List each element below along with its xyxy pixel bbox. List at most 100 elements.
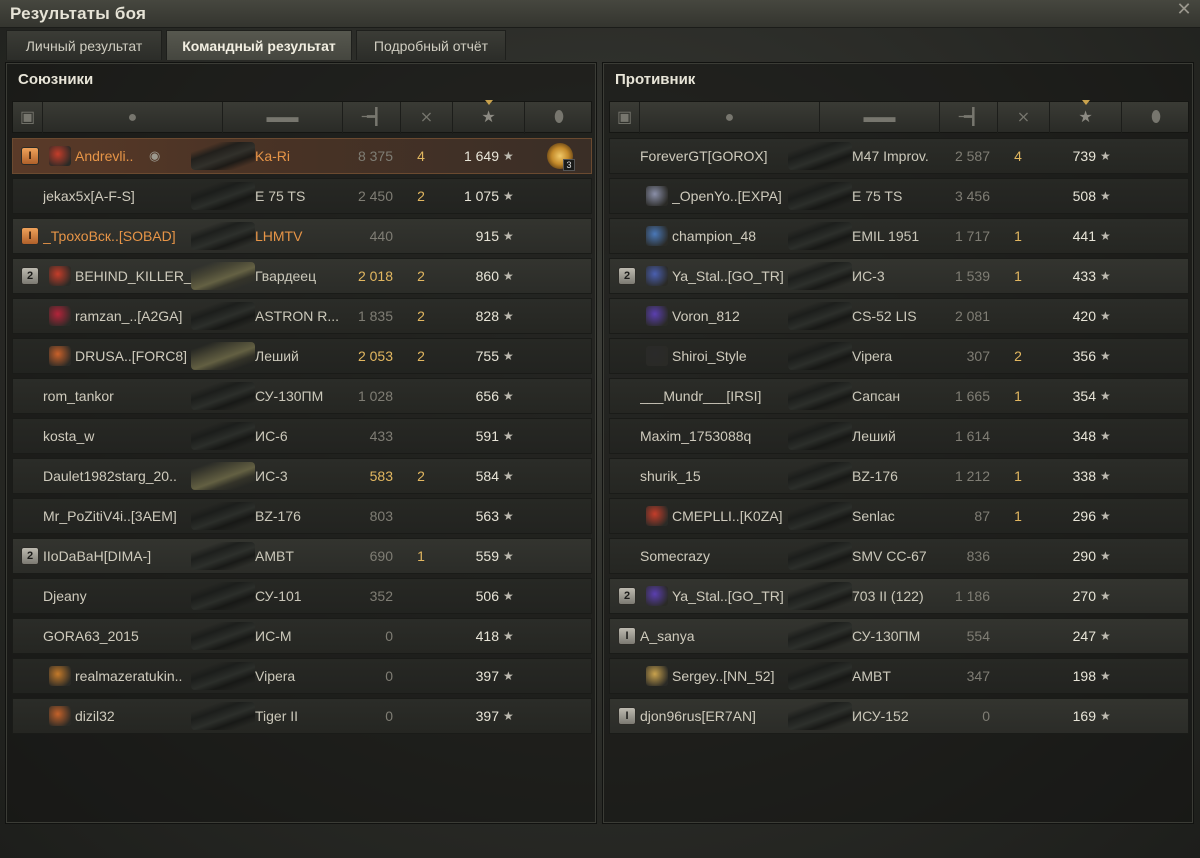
medals-column[interactable]: ⬮ xyxy=(525,102,593,134)
kills-column[interactable]: ⨯ xyxy=(998,102,1050,134)
damage-value: 1 717 xyxy=(954,228,990,244)
xp-star-icon: ★ xyxy=(503,389,514,403)
vehicle-name: AMBT xyxy=(255,548,294,564)
clan-emblem-icon xyxy=(49,666,71,686)
vehicle-name: Леший xyxy=(852,428,896,444)
player-row[interactable]: 2 BEHIND_KILLER_ Гвардеец 2 018 2 860 ★ xyxy=(12,258,592,294)
vehicle-name: СУ-130ПМ xyxy=(852,628,921,644)
player-row[interactable]: ___Mundr___[IRSI] Сапсан 1 665 1 354 ★ xyxy=(609,378,1189,414)
player-row[interactable]: Daulet1982starg_20.. ИС-3 583 2 584 ★ xyxy=(12,458,592,494)
player-row[interactable]: DRUSA..[FORC8] Леший 2 053 2 755 ★ xyxy=(12,338,592,374)
tank-icon xyxy=(788,182,852,210)
vehicle-column[interactable]: ▬▬ xyxy=(820,102,940,134)
damage-value: 0 xyxy=(385,628,393,644)
player-row[interactable]: Shiroi_Style Vipera 307 2 356 ★ xyxy=(609,338,1189,374)
damage-value: 307 xyxy=(966,348,990,364)
damage-value: 2 587 xyxy=(954,148,990,164)
xp-column[interactable]: ★ xyxy=(453,100,525,134)
medal-icon: ⬮ xyxy=(553,109,565,126)
close-icon[interactable]: ✕ xyxy=(1174,0,1194,20)
player-row[interactable]: _OpenYo..[EXPA] E 75 TS 3 456 508 ★ xyxy=(609,178,1189,214)
xp-star-icon: ★ xyxy=(503,549,514,563)
platoon-badge: 2 xyxy=(21,267,39,285)
player-row[interactable]: champion_48 EMIL 1951 1 717 1 441 ★ xyxy=(609,218,1189,254)
damage-value: 1 614 xyxy=(954,428,990,444)
tank-icon xyxy=(191,302,255,330)
xp-value: 338 xyxy=(1072,468,1096,484)
xp-value: 397 xyxy=(475,708,499,724)
kills-value: 2 xyxy=(417,468,425,484)
tank-icon xyxy=(191,662,255,690)
xp-value: 656 xyxy=(475,388,499,404)
player-row[interactable]: ForeverGT[GOROX] M47 Improv. 2 587 4 739 ★ xyxy=(609,138,1189,174)
xp-value: 1 075 xyxy=(463,188,499,204)
player-row[interactable]: Somecrazy SMV CC-67 836 290 ★ xyxy=(609,538,1189,574)
platoon-column[interactable]: ▣ xyxy=(610,102,640,134)
xp-star-icon: ★ xyxy=(1100,389,1111,403)
damage-value: 1 665 xyxy=(954,388,990,404)
xp-value: 420 xyxy=(1072,308,1096,324)
player-row[interactable]: jekax5x[A-F-S] E 75 TS 2 450 2 1 075 ★ xyxy=(12,178,592,214)
kills-column[interactable]: ⨯ xyxy=(401,102,453,134)
xp-star-icon: ★ xyxy=(503,709,514,723)
player-column[interactable]: ● xyxy=(43,102,223,134)
damage-value: 433 xyxy=(369,428,393,444)
player-row[interactable]: dizil32 Tiger II 0 397 ★ xyxy=(12,698,592,734)
platoon-badge: I xyxy=(618,707,636,725)
xp-value: 915 xyxy=(475,228,499,244)
xp-value: 356 xyxy=(1072,348,1096,364)
xp-star-icon: ★ xyxy=(503,589,514,603)
player-row[interactable]: I Andrevli.. ◉ Ka-Ri 8 375 4 1 649 ★ 3 xyxy=(12,138,592,174)
player-row[interactable]: 2 Ya_Stal..[GO_TR] ИС-3 1 539 1 433 ★ xyxy=(609,258,1189,294)
tank-icon xyxy=(788,382,852,410)
tank-icon xyxy=(191,622,255,650)
damage-value: 583 xyxy=(369,468,393,484)
platoon-column[interactable]: ▣ xyxy=(13,102,43,134)
player-row[interactable]: Idjon96rus[ER7AN] ИСУ-152 0 169 ★ xyxy=(609,698,1189,734)
player-row[interactable]: Mr_PoZitiV4i..[3AEM] BZ-176 803 563 ★ xyxy=(12,498,592,534)
platoon-badge: I xyxy=(21,227,39,245)
player-row[interactable]: Sergey..[NN_52] AMBT 347 198 ★ xyxy=(609,658,1189,694)
tab-personal-result[interactable]: Личный результат xyxy=(6,30,162,60)
medals-column[interactable]: ⬮ xyxy=(1122,102,1190,134)
spotted-eye-icon: ◉ xyxy=(149,148,161,163)
player-column[interactable]: ● xyxy=(640,102,820,134)
player-row[interactable]: Voron_812 CS-52 LIS 2 081 420 ★ xyxy=(609,298,1189,334)
player-row[interactable]: rom_tankor СУ-130ПМ 1 028 656 ★ xyxy=(12,378,592,414)
xp-star-icon: ★ xyxy=(503,149,514,163)
damage-value: 0 xyxy=(982,708,990,724)
xp-value: 433 xyxy=(1072,268,1096,284)
vehicle-name: ИСУ-152 xyxy=(852,708,909,724)
xp-star-icon: ★ xyxy=(1100,589,1111,603)
player-row[interactable]: 2 Ya_Stal..[GO_TR] 703 II (122) 1 186 270 ★ xyxy=(609,578,1189,614)
kills-value xyxy=(1006,539,1030,573)
player-row[interactable]: I A_sanya СУ-130ПМ 554 247 ★ xyxy=(609,618,1189,654)
enemies-panel: Противник ▣ ● ▬▬ ╼┫ ⨯ ★ ⬮ ForeverGT[GORO… xyxy=(602,62,1194,824)
xp-star-icon: ★ xyxy=(1100,309,1111,323)
xp-column[interactable]: ★ xyxy=(1050,100,1122,134)
tank-icon xyxy=(788,462,852,490)
clan-emblem-icon xyxy=(646,186,668,206)
player-row[interactable]: CMEPLLI..[K0ZA] Senlac 87 1 296 ★ xyxy=(609,498,1189,534)
vehicle-name: E 75 TS xyxy=(255,188,306,204)
player-row[interactable]: 2 IIoDaBaH[DIMA-] AMBT 690 1 559 ★ xyxy=(12,538,592,574)
player-row[interactable]: I _ТрохоВск..[SOBAD] LHMTV 440 915 ★ xyxy=(12,218,592,254)
xp-value: 397 xyxy=(475,668,499,684)
tab-detailed-report[interactable]: Подробный отчёт xyxy=(356,30,506,60)
xp-star-icon: ★ xyxy=(1100,429,1111,443)
player-row[interactable]: Djeany СУ-101 352 506 ★ xyxy=(12,578,592,614)
platoon-badge: I xyxy=(618,627,636,645)
player-row[interactable]: ramzan_..[A2GA] ASTRON R... 1 835 2 828 ★ xyxy=(12,298,592,334)
xp-star-icon: ★ xyxy=(1100,709,1111,723)
player-row[interactable]: GORA63_2015 ИС-М 0 418 ★ xyxy=(12,618,592,654)
tab-team-result[interactable]: Командный результат xyxy=(166,30,352,60)
damage-column[interactable]: ╼┫ xyxy=(343,102,401,134)
damage-value: 2 450 xyxy=(357,188,393,204)
player-row[interactable]: kosta_w ИС-6 433 591 ★ xyxy=(12,418,592,454)
vehicle-column[interactable]: ▬▬ xyxy=(223,102,343,134)
damage-column[interactable]: ╼┫ xyxy=(940,102,998,134)
player-row[interactable]: Maxim_1753088q Леший 1 614 348 ★ xyxy=(609,418,1189,454)
damage-icon: ╼┫ xyxy=(958,109,979,126)
player-row[interactable]: realmazeratukin.. Vipera 0 397 ★ xyxy=(12,658,592,694)
player-row[interactable]: shurik_15 BZ-176 1 212 1 338 ★ xyxy=(609,458,1189,494)
